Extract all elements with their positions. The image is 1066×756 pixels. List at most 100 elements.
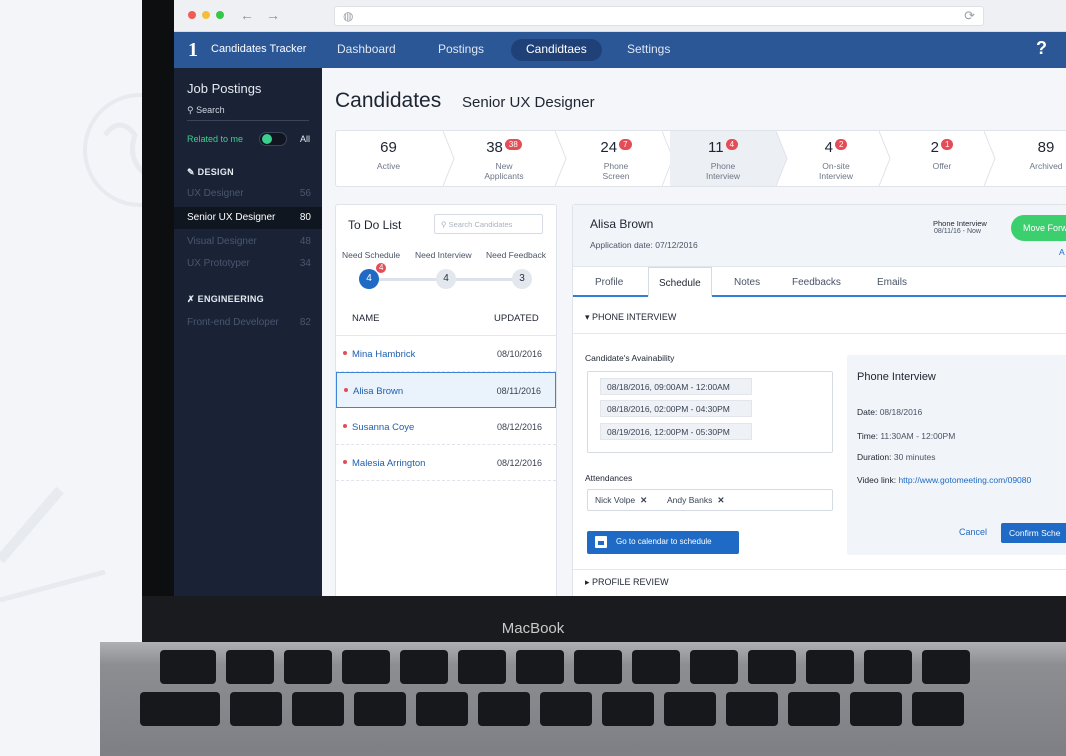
keyboard-key [664,692,716,726]
step-need-feedback[interactable]: 3 [512,269,532,289]
back-arrow-icon[interactable]: ← [240,7,254,23]
section-phone-interview[interactable]: ▾ PHONE INTERVIEW [585,312,676,323]
candidate-detail-panel: Alisa Brown Application date: 07/12/2016… [572,204,1066,596]
section-engineering-label: ENGINEERING [197,294,264,304]
tab-schedule[interactable]: Schedule [648,267,712,297]
calendar-icon [595,536,607,548]
sidebar-item-ux-designer[interactable]: UX Designer 56 [174,183,322,205]
go-to-calendar-label: Go to calendar to schedule [616,537,712,546]
step-need-interview[interactable]: 4 [436,269,456,289]
stage-offer[interactable]: 21 Offer [892,131,992,186]
stage-count: 89 [1037,139,1055,156]
nav-dashboard[interactable]: Dashboard [337,42,396,56]
nav-postings[interactable]: Postings [438,42,484,56]
confirm-schedule-button[interactable]: Confirm Sche [1001,523,1066,543]
all-label[interactable]: All [300,134,310,144]
tab-notes[interactable]: Notes [734,277,760,288]
table-row[interactable]: Malesia Arrington 08/12/2016 [336,445,556,481]
stage-onsite-interview[interactable]: 42 On-site Interview [786,131,886,186]
tab-emails[interactable]: Emails [877,277,907,288]
sidebar-item-senior-ux-designer[interactable]: Senior UX Designer 80 [174,207,322,229]
stage-phone-screen[interactable]: 24 7 Phone Screen [566,131,666,186]
availability-slot[interactable]: 08/18/2016, 02:00PM - 04:30PM [600,400,752,417]
status-dot [343,424,347,428]
window-controls [188,11,224,19]
tab-feedbacks[interactable]: Feedbacks [792,277,841,288]
sidebar-item-front-end-developer[interactable]: Front-end Developer 82 [174,312,322,334]
reload-icon[interactable]: ⟳ [964,8,975,24]
step-need-schedule[interactable]: 4 [359,269,379,289]
section-design-label: DESIGN [197,167,234,177]
stage-label: New Applicants [484,161,524,181]
move-forward-button[interactable]: Move Forw [1011,215,1066,241]
related-toggle[interactable] [259,132,287,146]
step-label-need-schedule: Need Schedule [342,250,401,260]
go-to-calendar-button[interactable]: Go to calendar to schedule [587,531,739,554]
phone-interview-card: Phone Interview Date: 08/18/2016 Time: 1… [847,355,1066,555]
engineering-icon: ✗ [187,294,195,304]
updated-date: 08/12/2016 [496,458,542,468]
forward-arrow-icon[interactable]: → [266,7,280,23]
app-logo[interactable]: 1 [188,39,198,62]
sidebar-item-ux-prototyper[interactable]: UX Prototyper 34 [174,253,322,275]
app-title[interactable]: Candidates Tracker [211,43,306,55]
stage-new-applicants[interactable]: 38 38 New Applicants [454,131,554,186]
sidebar-item-label: Visual Designer [187,236,257,247]
attendee-chip: Andy Banks ✕ [667,495,725,506]
availability-slot[interactable]: 08/18/2016, 09:00AM - 12:00AM [600,378,752,395]
todo-title: To Do List [348,218,402,232]
stage-label: On-site Interview [818,161,853,181]
availability-slot[interactable]: 08/19/2016, 12:00PM - 05:30PM [600,423,752,440]
candidate-search-input[interactable]: ⚲ Search Candidates [434,214,543,234]
globe-icon: ◍ [343,9,354,23]
stage-archived[interactable]: 89 Archived [996,131,1066,186]
column-header-updated[interactable]: UPDATED [494,313,539,324]
page-subtitle: Senior UX Designer [462,94,595,111]
candidate-name[interactable]: Mina Hambrick [352,349,415,360]
interview-time-value: 11:30AM - 12:00PM [880,431,956,441]
video-link[interactable]: http://www.gotomeeting.com/09080 [898,475,1031,485]
toggle-knob [262,134,272,144]
close-dot[interactable] [188,11,196,19]
sidebar-item-count: 34 [299,258,311,269]
interview-card-title: Phone Interview [857,371,936,383]
sidebar-title: Job Postings [187,81,262,96]
keyboard-key [160,650,216,684]
interview-time: Time: 11:30AM - 12:00PM [857,431,955,441]
table-row[interactable]: Mina Hambrick 08/10/2016 [336,336,556,372]
keyboard-key [850,692,902,726]
attendances-field[interactable]: Nick Volpe ✕ Andy Banks ✕ [587,489,833,511]
table-row[interactable]: Susanna Coye 08/12/2016 [336,409,556,445]
nav-settings[interactable]: Settings [627,42,670,56]
interview-time-label: Time: [857,431,878,441]
keyboard-key [140,692,220,726]
maximize-dot[interactable] [216,11,224,19]
keyboard-key [400,650,448,684]
stage-count: 69 [380,139,397,156]
candidate-name[interactable]: Alisa Brown [353,386,403,397]
column-header-name[interactable]: NAME [352,313,379,324]
laptop-chin: MacBook [142,596,1066,644]
sidebar-search-input[interactable]: ⚲ Search [187,105,309,121]
candidate-name-heading: Alisa Brown [590,217,654,231]
remove-icon[interactable]: ✕ [640,495,647,505]
side-action-link[interactable]: A [1059,247,1065,257]
cancel-button[interactable]: Cancel [959,527,987,537]
stage-active[interactable]: 69 Active [336,131,441,186]
nav-candidates[interactable]: Candidtaes [526,42,587,56]
tab-profile[interactable]: Profile [595,277,623,288]
sidebar-item-visual-designer[interactable]: Visual Designer 48 [174,231,322,253]
keyboard-key [540,692,592,726]
table-row-selected[interactable]: Alisa Brown 08/11/2016 [336,372,556,408]
help-icon[interactable]: ? [1036,38,1047,59]
candidate-name[interactable]: Susanna Coye [352,422,414,433]
minimize-dot[interactable] [202,11,210,19]
keyboard-key [284,650,332,684]
address-bar[interactable]: ◍ ⟳ [334,6,984,26]
pipeline-bar: 69 Active 38 38 New Applicants 24 7 Phone … [335,130,1066,187]
candidate-name[interactable]: Malesia Arrington [352,458,425,469]
keyboard-key [632,650,680,684]
remove-icon[interactable]: ✕ [717,495,724,505]
stage-phone-interview[interactable]: 11 4 Phone Interview [670,131,776,186]
section-profile-review[interactable]: ▸ PROFILE REVIEW [585,577,669,588]
